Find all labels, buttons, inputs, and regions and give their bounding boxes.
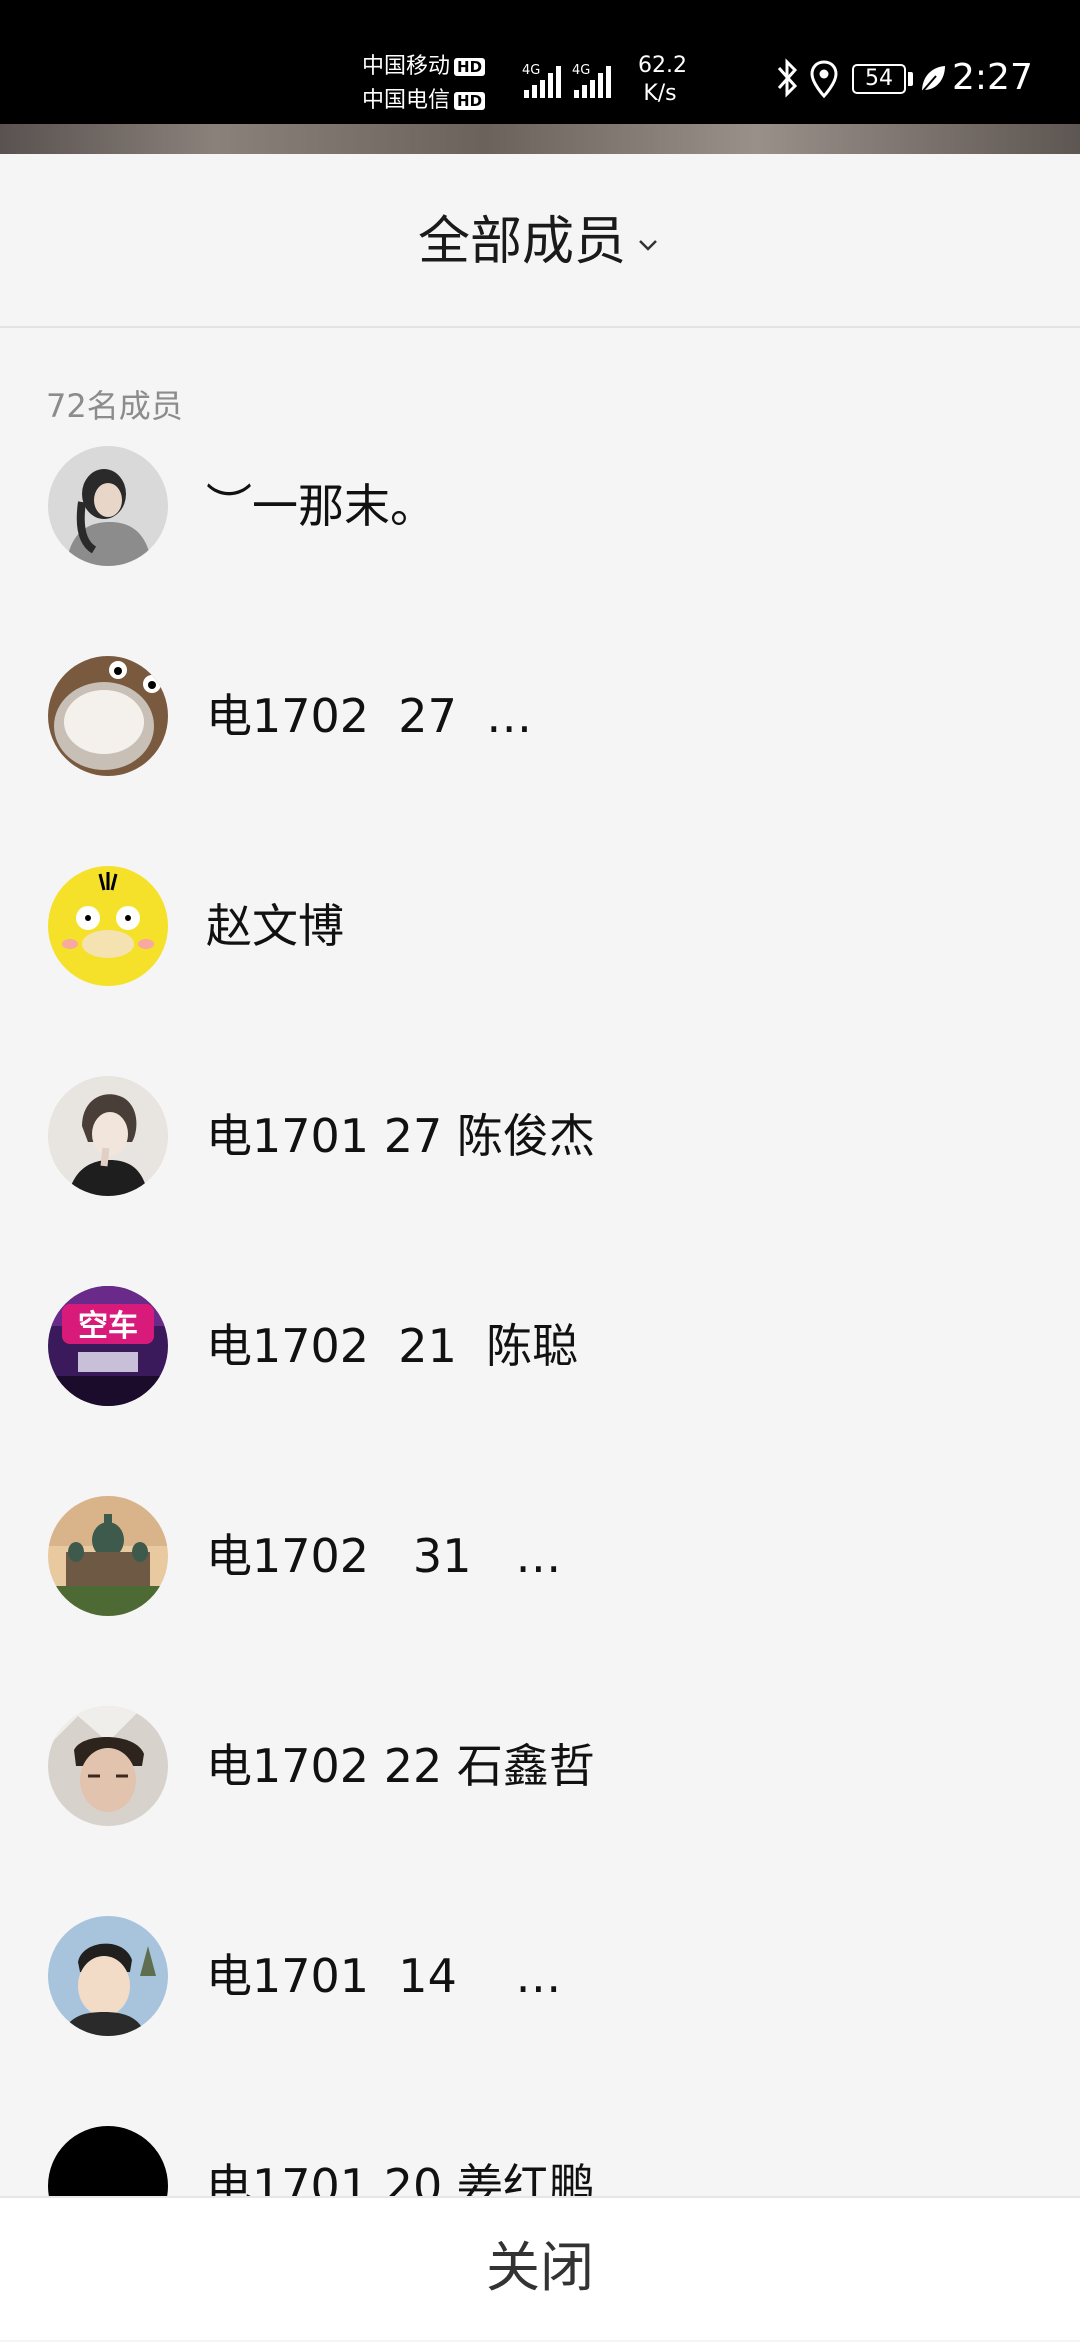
- member-avatar-psyduck-cartoon: [48, 866, 168, 986]
- member-row[interactable]: 电1702 22 石鑫哲: [0, 1700, 1080, 1910]
- member-name: 电1702 22 石鑫哲: [206, 1739, 595, 1793]
- network-speed-unit: K/s: [643, 81, 677, 106]
- member-name: 电1702 21 陈聪: [206, 1319, 579, 1373]
- member-row[interactable]: 空车 电1702 21 陈聪: [0, 1280, 1080, 1490]
- member-avatar-boy-sky-photo: [48, 1916, 168, 2036]
- carrier-1-label: 中国移动: [362, 54, 451, 79]
- signal-2-icon: 4G: [572, 63, 611, 98]
- carrier-info: 中国移动 HD 中国电信 HD: [362, 50, 486, 118]
- network-1-label: 4G: [522, 63, 540, 78]
- member-name: 电1701 14 …: [206, 1949, 562, 2003]
- member-row[interactable]: 电1702 27 …: [0, 650, 1080, 860]
- bluetooth-icon: [777, 58, 798, 98]
- member-row[interactable]: 赵文博: [0, 860, 1080, 1070]
- battery-tip: [908, 72, 913, 86]
- location-icon: [810, 60, 838, 99]
- member-count-label: 72名成员: [46, 387, 183, 425]
- hd-badge-1: HD: [454, 58, 486, 76]
- svg-text:空车: 空车: [78, 1309, 138, 1344]
- member-list[interactable]: ︶一那末。 电1702 27 … 赵文博 电1701 27 陈俊杰 空车 电17…: [0, 440, 1080, 2196]
- network-speed-value: 62.2: [638, 53, 687, 78]
- member-avatar-boy-selfie-photo: [48, 1706, 168, 1826]
- member-row[interactable]: ︶一那末。: [0, 440, 1080, 650]
- battery-icon: 54: [852, 64, 906, 94]
- member-avatar-anime-boy-drawing: [48, 1076, 168, 1196]
- member-name: 电1702 27 …: [206, 689, 533, 743]
- network-2-label: 4G: [572, 63, 590, 78]
- member-row[interactable]: 电1701 20 姜红鹏: [0, 2120, 1080, 2196]
- member-avatar-black-avatar: [48, 2126, 168, 2196]
- member-row[interactable]: 电1702 31 …: [0, 1490, 1080, 1700]
- member-name: 电1701 27 陈俊杰: [206, 1109, 595, 1163]
- member-name: 电1701 20 姜红鹏: [206, 2159, 595, 2196]
- hd-badge-2: HD: [454, 92, 486, 110]
- member-name: 电1702 31 …: [206, 1529, 562, 1583]
- member-avatar-girl-photo: [48, 446, 168, 566]
- status-time: 2:27: [952, 57, 1033, 98]
- member-avatar-sugar-bowl-photo: [48, 656, 168, 776]
- background-photo-strip: [0, 124, 1080, 156]
- bottom-bar: 关闭: [0, 2196, 1080, 2340]
- member-avatar-neon-sign-photo: 空车: [48, 1286, 168, 1406]
- battery-level: 54: [865, 66, 893, 91]
- member-row[interactable]: 电1701 27 陈俊杰: [0, 1070, 1080, 1280]
- status-bar: 中国移动 HD 中国电信 HD 4G 4G 62.2 K/s 54 2:27: [0, 0, 1080, 124]
- power-saving-leaf-icon: [921, 66, 945, 93]
- page-title: 全部成员: [417, 212, 626, 272]
- member-name: ︶一那末。: [206, 479, 436, 533]
- close-button[interactable]: 关闭: [0, 2198, 1080, 2342]
- member-row[interactable]: 电1701 14 …: [0, 1910, 1080, 2120]
- sheet-header: 全部成员: [0, 154, 1080, 328]
- member-name: 赵文博: [206, 899, 344, 953]
- member-filter-dropdown[interactable]: 全部成员: [0, 206, 1080, 278]
- chevron-down-icon: [639, 240, 657, 251]
- carrier-2-label: 中国电信: [362, 88, 451, 113]
- member-avatar-cathedral-photo: [48, 1496, 168, 1616]
- network-speed: 62.2 K/s: [638, 52, 687, 108]
